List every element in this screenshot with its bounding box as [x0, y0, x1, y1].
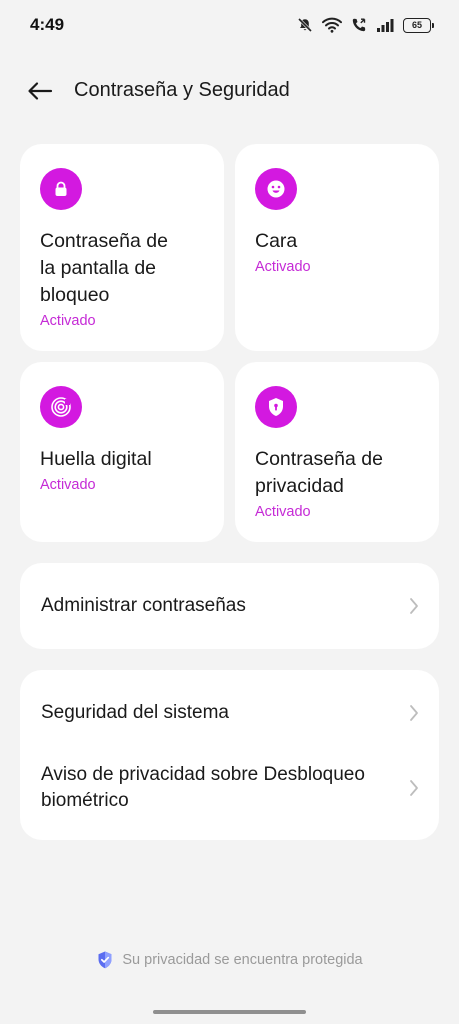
chevron-right-icon: [410, 598, 418, 614]
row-label: Seguridad del sistema: [41, 702, 229, 723]
app-header: Contraseña y Seguridad: [0, 70, 459, 112]
wifi-icon: [322, 17, 342, 33]
tile-fingerprint[interactable]: Huella digital Activado: [20, 362, 224, 542]
row-system-security[interactable]: Seguridad del sistema: [20, 670, 439, 756]
chevron-right-icon: [410, 705, 418, 721]
tile-privacy-password[interactable]: Contraseña de privacidad Activado: [235, 362, 439, 542]
battery-icon: 65: [403, 17, 434, 33]
mute-icon: [297, 17, 313, 33]
card-manage-passwords: Administrar contraseñas: [20, 563, 439, 649]
row-label: Administrar contraseñas: [41, 595, 246, 616]
tile-icon-circle: [40, 386, 82, 428]
status-bar: 4:49 65: [0, 0, 459, 50]
chevron-right-icon: [410, 780, 418, 796]
tile-title: Huella digital: [40, 448, 152, 470]
tile-icon-circle: [255, 386, 297, 428]
shield-check-icon: [98, 951, 112, 969]
privacy-footer: Su privacidad se encuentra protegida: [0, 950, 459, 970]
tile-title: Contraseña de la pantalla de bloqueo: [40, 230, 168, 306]
page-title: Contraseña y Seguridad: [74, 79, 290, 101]
tile-status: Activado: [255, 504, 311, 520]
tile-icon-circle: [40, 168, 82, 210]
lock-icon: [55, 181, 67, 196]
card-security-group: Seguridad del sistema Aviso de privacida…: [20, 670, 439, 840]
row-label: Aviso de privacidad sobre Desbloqueo bio…: [41, 764, 365, 811]
battery-level: 65: [411, 20, 422, 30]
tile-status: Activado: [40, 477, 96, 493]
footer-text: Su privacidad se encuentra protegida: [122, 952, 363, 968]
tile-screen-lock-password[interactable]: Contraseña de la pantalla de bloqueo Act…: [20, 144, 224, 351]
row-manage-passwords[interactable]: Administrar contraseñas: [20, 563, 439, 649]
tile-face[interactable]: Cara Activado: [235, 144, 439, 351]
row-biometric-privacy-notice[interactable]: Aviso de privacidad sobre Desbloqueo bio…: [20, 756, 439, 820]
back-button[interactable]: [24, 76, 56, 106]
privacy-shield-icon: [269, 398, 283, 416]
back-arrow-icon: [28, 82, 53, 100]
status-time: 4:49: [30, 15, 65, 34]
tile-icon-circle: [255, 168, 297, 210]
tile-title: Contraseña de privacidad: [255, 448, 383, 497]
home-indicator[interactable]: [153, 1010, 306, 1014]
call-icon: [352, 18, 366, 32]
status-icons: 65: [297, 14, 434, 36]
tile-status: Activado: [40, 313, 96, 329]
fingerprint-icon: [51, 397, 71, 417]
face-icon: [267, 180, 285, 198]
tile-title: Cara: [255, 230, 298, 252]
tile-status: Activado: [255, 259, 311, 275]
signal-icon: [377, 19, 394, 32]
